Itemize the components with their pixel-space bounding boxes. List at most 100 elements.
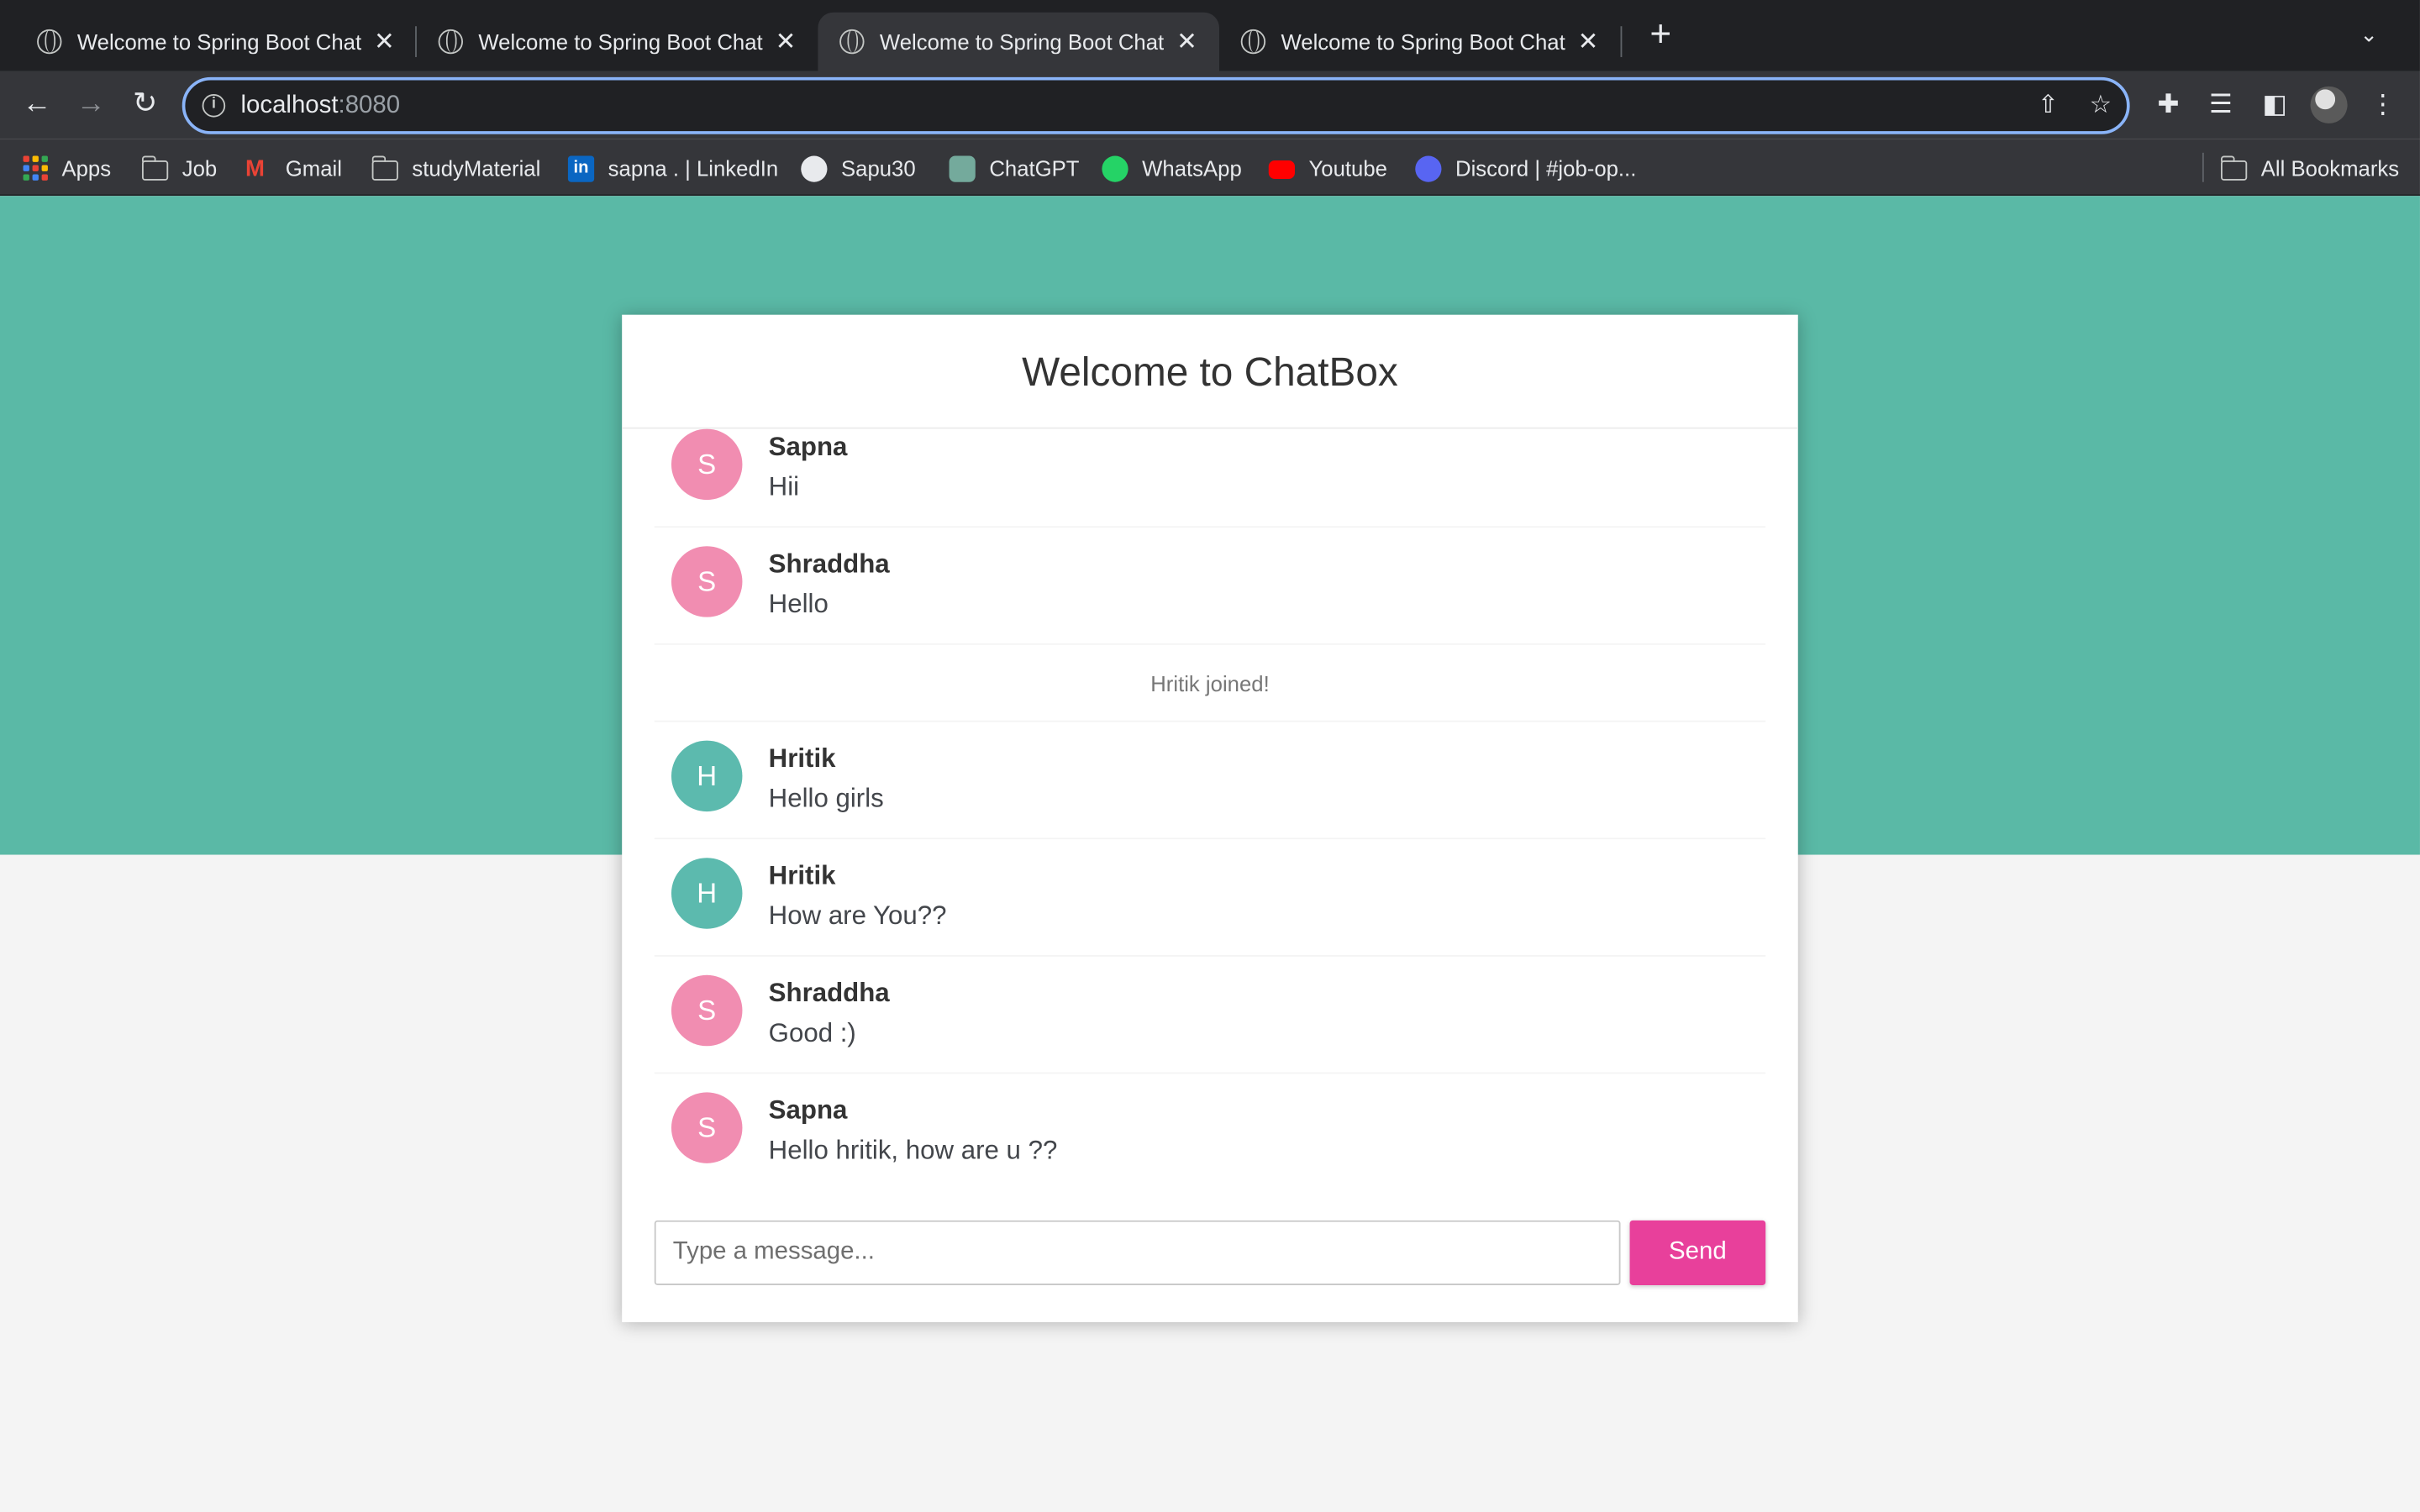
tab-separator: [1620, 26, 1623, 57]
bookmark-apps[interactable]: Apps: [23, 153, 112, 184]
tab-title: Welcome to Spring Boot Chat: [76, 29, 362, 55]
browser-tab[interactable]: Welcome to Spring Boot Chat ✕: [1219, 13, 1621, 71]
globe-icon: [1240, 29, 1266, 55]
message-list: S Sapna Hii S Shraddha Hello Hritik join…: [654, 428, 1766, 1189]
close-tab-icon[interactable]: ✕: [371, 26, 398, 57]
bookmarks-bar: Apps Job M Gmail studyMaterial in sapna …: [0, 139, 2420, 197]
folder-icon: [141, 155, 169, 180]
avatar: H: [671, 740, 743, 812]
message-text: How are You??: [768, 900, 947, 931]
avatar: S: [671, 546, 743, 617]
browser-tab[interactable]: Welcome to Spring Boot Chat ✕: [15, 13, 417, 71]
forward-arrow-icon[interactable]: →: [72, 87, 109, 123]
bookmark-label: Apps: [61, 155, 112, 181]
extensions-puzzle-icon[interactable]: ✚: [2151, 88, 2185, 122]
gmail-icon: M: [245, 155, 265, 181]
chat-header: Welcome to ChatBox: [622, 315, 1798, 429]
chat-message: S Sapna Hii: [654, 428, 1766, 528]
bookmark-linkedin[interactable]: in sapna . | LinkedIn: [567, 153, 779, 184]
chat-message: H Hritik Hello girls: [654, 722, 1766, 840]
bookmark-star-icon[interactable]: ☆: [2084, 90, 2118, 123]
browser-menu-icon[interactable]: ⋮: [2366, 88, 2400, 122]
tab-title: Welcome to Spring Boot Chat: [1281, 29, 1565, 55]
chat-title: Welcome to ChatBox: [1022, 349, 1398, 396]
bookmark-job[interactable]: Job: [141, 153, 218, 184]
send-button[interactable]: Send: [1629, 1220, 1766, 1285]
profile-avatar[interactable]: [2310, 86, 2348, 123]
chat-message: S Sapna Hello hritik, how are u ??: [655, 1074, 1765, 1188]
message-sender: Shraddha: [768, 549, 890, 579]
message-text: Hello hritik, how are u ??: [768, 1135, 1058, 1165]
browser-tab-active[interactable]: Welcome to Spring Boot Chat ✕: [818, 12, 1219, 71]
youtube-icon: [1268, 160, 1295, 180]
bookmark-gmail[interactable]: M Gmail: [245, 153, 342, 184]
bookmark-label: Discord | #job-op...: [1455, 155, 1637, 181]
bookmark-discord[interactable]: Discord | #job-op...: [1415, 153, 1636, 184]
message-input[interactable]: [654, 1220, 1621, 1285]
bookmark-label: Gmail: [285, 155, 342, 181]
browser-toolbar: ← → ↻ i localhost:8080 ⇧ ☆ ✚ ☰ ◧ ⋮: [0, 71, 2420, 139]
bookmark-label: WhatsApp: [1142, 155, 1242, 181]
bookmark-label: ChatGPT: [989, 155, 1080, 181]
close-tab-icon[interactable]: ✕: [771, 26, 799, 57]
avatar: S: [671, 974, 743, 1047]
message-form: Send: [654, 1220, 1766, 1285]
chat-container: Welcome to ChatBox S Sapna Hii S Shraddh…: [622, 314, 1798, 1323]
folder-icon: [371, 155, 398, 180]
bookmark-label: Youtube: [1308, 155, 1387, 181]
side-panel-icon[interactable]: ◧: [2258, 88, 2291, 122]
event-message: Hritik joined!: [654, 645, 1766, 722]
chat-message: H Hritik How are You??: [654, 839, 1766, 957]
site-info-icon[interactable]: i: [202, 94, 226, 118]
media-queue-icon[interactable]: ☰: [2204, 88, 2238, 122]
message-text: Good :): [768, 1018, 856, 1048]
avatar: H: [671, 858, 743, 929]
tab-search-chevron-icon[interactable]: ⌄: [2354, 22, 2385, 53]
tab-title: Welcome to Spring Boot Chat: [478, 29, 763, 55]
discord-icon: [1415, 155, 1442, 181]
bookmark-label: studyMaterial: [412, 155, 541, 181]
bookmark-label: Job: [182, 155, 218, 181]
back-arrow-icon[interactable]: ←: [18, 87, 55, 123]
bookmark-chatgpt[interactable]: ChatGPT: [949, 153, 1080, 184]
avatar: S: [671, 1092, 743, 1163]
page-content: Welcome to ChatBox S Sapna Hii S Shraddh…: [0, 196, 2420, 1512]
whatsapp-icon: [1102, 155, 1128, 181]
bookmark-whatsapp[interactable]: WhatsApp: [1102, 153, 1242, 184]
message-text: Hello girls: [768, 784, 884, 813]
message-text: Hii: [768, 472, 800, 501]
close-tab-icon[interactable]: ✕: [1574, 26, 1602, 57]
browser-tab-bar: Welcome to Spring Boot Chat ✕ Welcome to…: [0, 0, 2420, 71]
reload-icon[interactable]: ↻: [127, 87, 164, 123]
chatgpt-icon: [949, 155, 976, 181]
bookmarks-separator: [2202, 152, 2204, 182]
tab-title: Welcome to Spring Boot Chat: [879, 29, 1165, 55]
message-sender: Sapna: [768, 432, 848, 462]
message-sender: Hritik: [768, 860, 836, 890]
bookmark-youtube[interactable]: Youtube: [1268, 153, 1387, 184]
globe-icon: [37, 29, 62, 55]
message-area[interactable]: S Sapna Hii S Shraddha Hello Hritik join…: [622, 428, 1798, 1189]
bookmark-studymaterial[interactable]: studyMaterial: [371, 153, 541, 184]
new-tab-plus-icon[interactable]: +: [1642, 16, 1679, 54]
folder-icon: [2220, 155, 2248, 180]
avatar: S: [671, 428, 743, 501]
all-bookmarks[interactable]: All Bookmarks: [2220, 153, 2400, 184]
chat-message: S Shraddha Good :): [654, 957, 1766, 1074]
all-bookmarks-label: All Bookmarks: [2260, 155, 2400, 181]
bookmark-label: sapna . | LinkedIn: [608, 155, 779, 181]
globe-icon: [438, 29, 464, 55]
bookmark-github[interactable]: Sapu30: [801, 153, 916, 184]
share-icon[interactable]: ⇧: [2031, 90, 2065, 123]
close-tab-icon[interactable]: ✕: [1173, 26, 1201, 57]
url-host: localhost: [240, 92, 339, 118]
apps-grid-icon: [23, 155, 48, 181]
address-bar[interactable]: i localhost:8080 ⇧ ☆: [182, 76, 2130, 134]
message-text: Hello: [768, 589, 829, 619]
github-icon: [801, 155, 828, 181]
linkedin-icon: in: [567, 155, 595, 181]
message-sender: Hritik: [768, 743, 836, 774]
browser-tab[interactable]: Welcome to Spring Boot Chat ✕: [417, 13, 818, 71]
globe-icon: [839, 29, 865, 55]
url-port: :8080: [338, 92, 401, 118]
